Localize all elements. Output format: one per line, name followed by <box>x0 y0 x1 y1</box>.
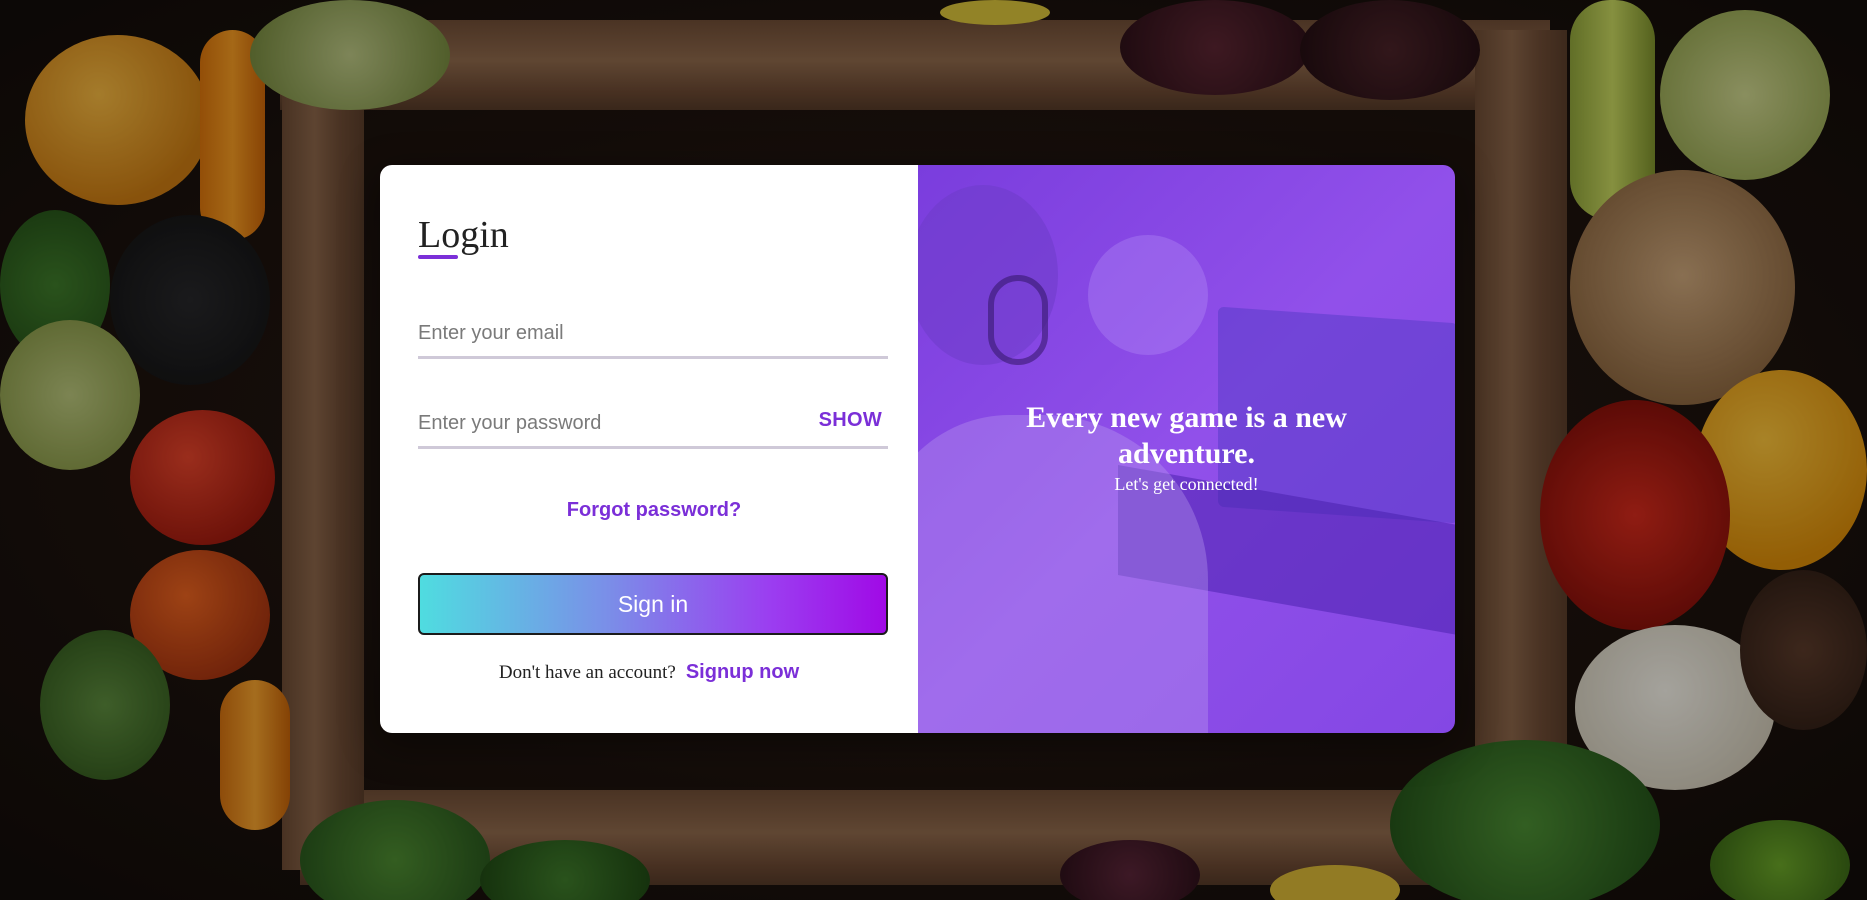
login-form: Login SHOW Forgot password? Sign in Don'… <box>380 165 918 733</box>
promo-image-panel: Every new game is a new adventure. Let's… <box>918 165 1455 733</box>
promo-tagline: Let's get connected! <box>1114 474 1259 494</box>
signup-link[interactable]: Signup now <box>686 661 799 683</box>
signup-row: Don't have an account? Signup now <box>380 661 918 684</box>
login-title: Login <box>418 214 509 256</box>
email-field <box>418 311 888 359</box>
forgot-password-link[interactable]: Forgot password? <box>380 499 918 522</box>
login-card: Login SHOW Forgot password? Sign in Don'… <box>380 165 1455 733</box>
sign-in-button[interactable]: Sign in <box>418 573 888 635</box>
title-underline <box>418 255 458 259</box>
background-blob <box>1088 235 1208 355</box>
password-field: SHOW <box>418 401 888 449</box>
signup-prompt: Don't have an account? <box>498 662 676 683</box>
show-password-toggle[interactable]: SHOW <box>819 409 882 432</box>
promo-headline: Every new game is a new adventure. <box>1026 401 1347 470</box>
password-input[interactable] <box>418 401 888 446</box>
headphones-icon <box>988 275 1048 365</box>
email-input[interactable] <box>418 311 888 356</box>
